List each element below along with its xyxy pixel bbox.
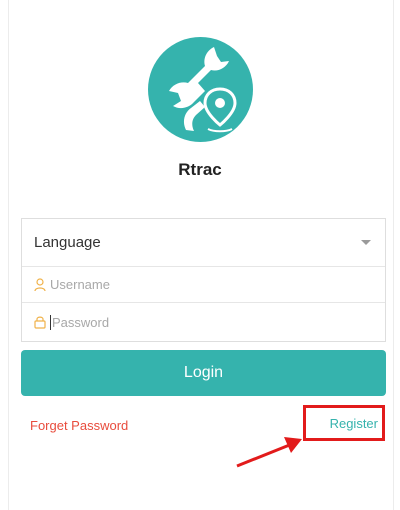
- app-logo-icon: [148, 37, 253, 142]
- forget-password-link[interactable]: Forget Password: [30, 418, 128, 433]
- frame-border-right: [393, 0, 394, 510]
- password-input[interactable]: [52, 314, 352, 330]
- app-name: Rtrac: [178, 160, 222, 179]
- login-form: Language: [21, 218, 386, 342]
- language-select[interactable]: Language: [22, 219, 385, 267]
- language-label: Language: [34, 234, 101, 251]
- username-row: [22, 267, 385, 303]
- text-cursor: [50, 314, 51, 330]
- lock-icon: [34, 316, 46, 329]
- register-link[interactable]: Register: [303, 405, 385, 441]
- username-input[interactable]: [50, 277, 350, 292]
- register-label: Register: [329, 415, 378, 431]
- user-icon: [34, 277, 46, 291]
- caret-down-icon: [361, 240, 371, 245]
- frame-border-left: [8, 0, 9, 510]
- login-button[interactable]: Login: [21, 350, 386, 396]
- password-row: [22, 303, 385, 341]
